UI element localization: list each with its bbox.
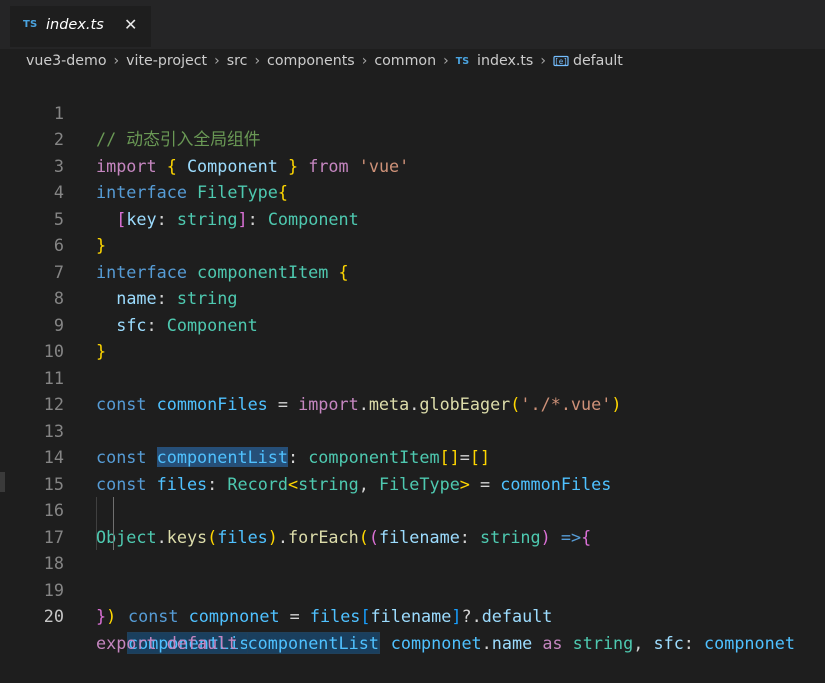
code-line: 19 }) bbox=[0, 550, 825, 627]
code-line: 6 interface componentItem { bbox=[0, 206, 825, 282]
code-line: 12 bbox=[0, 365, 825, 414]
code-line: 16 Object.keys(files).forEach((filename:… bbox=[0, 471, 825, 547]
breadcrumb-item-vue3-demo[interactable]: vue3-demo bbox=[26, 53, 107, 69]
code-line: 9 } bbox=[0, 285, 825, 362]
code-line: 10 bbox=[0, 312, 825, 361]
close-icon[interactable]: ✕ bbox=[124, 15, 137, 34]
breadcrumb-item-vite-project[interactable]: vite-project bbox=[126, 53, 207, 69]
code-line: 17 const compnonet = files[filename]?.de… bbox=[0, 497, 825, 626]
breadcrumb-item-components[interactable]: components bbox=[267, 53, 355, 69]
breadcrumb-item-symbol[interactable]: default bbox=[573, 53, 623, 69]
typescript-file-icon: TS bbox=[23, 19, 38, 30]
code-line: 1 // 动态引入全局组件 bbox=[0, 73, 825, 150]
tab-index-ts[interactable]: TS index.ts ✕ bbox=[10, 6, 151, 47]
chevron-right-icon: › bbox=[214, 53, 220, 69]
code-line: 8 sfc: Component bbox=[0, 259, 825, 335]
code-line: 4 [key: string]: Component bbox=[0, 153, 825, 229]
variable-symbol-icon: [e] bbox=[553, 55, 569, 67]
code-editor[interactable]: 1 // 动态引入全局组件 2 import { Component } fro… bbox=[0, 73, 825, 654]
breadcrumb-item-common[interactable]: common bbox=[374, 53, 436, 69]
typescript-file-icon: TS bbox=[455, 55, 470, 67]
breadcrumb-item-file[interactable]: index.ts bbox=[477, 53, 533, 69]
indent-guide-active bbox=[113, 497, 114, 524]
breadcrumb-item-src[interactable]: src bbox=[227, 53, 248, 69]
indent-guide bbox=[96, 497, 97, 524]
breadcrumb: vue3-demo › vite-project › src › compone… bbox=[26, 50, 623, 72]
code-line: 15 bbox=[0, 444, 825, 494]
code-line: 18 componentList.push({name: compnonet.n… bbox=[0, 523, 825, 654]
chevron-right-icon: › bbox=[443, 53, 449, 69]
chevron-right-icon: › bbox=[113, 53, 120, 69]
svg-text:[e]: [e] bbox=[554, 57, 568, 66]
code-line: 5 } bbox=[0, 179, 825, 256]
line-number: 20 bbox=[43, 606, 64, 626]
tab-title: index.ts bbox=[46, 17, 104, 33]
code-line: 20 export default componentList bbox=[0, 577, 825, 654]
code-line: 11 const commonFiles = import.meta.globE… bbox=[0, 338, 825, 415]
chevron-right-icon: › bbox=[540, 53, 546, 69]
indent-guide-active bbox=[113, 523, 114, 550]
code-line: 13 const componentList: componentItem[]=… bbox=[0, 391, 825, 467]
code-line: 3 interface FileType{ bbox=[0, 126, 825, 203]
tab-bar: TS index.ts ✕ bbox=[0, 0, 825, 49]
code-line: 14 const files: Record<string, FileType>… bbox=[0, 418, 825, 494]
chevron-right-icon: › bbox=[361, 53, 368, 69]
code-line: 7 name: string bbox=[0, 232, 825, 309]
indent-guide bbox=[96, 523, 97, 550]
code-line: 2 import { Component } from 'vue' bbox=[0, 100, 825, 176]
chevron-right-icon: › bbox=[254, 53, 261, 69]
